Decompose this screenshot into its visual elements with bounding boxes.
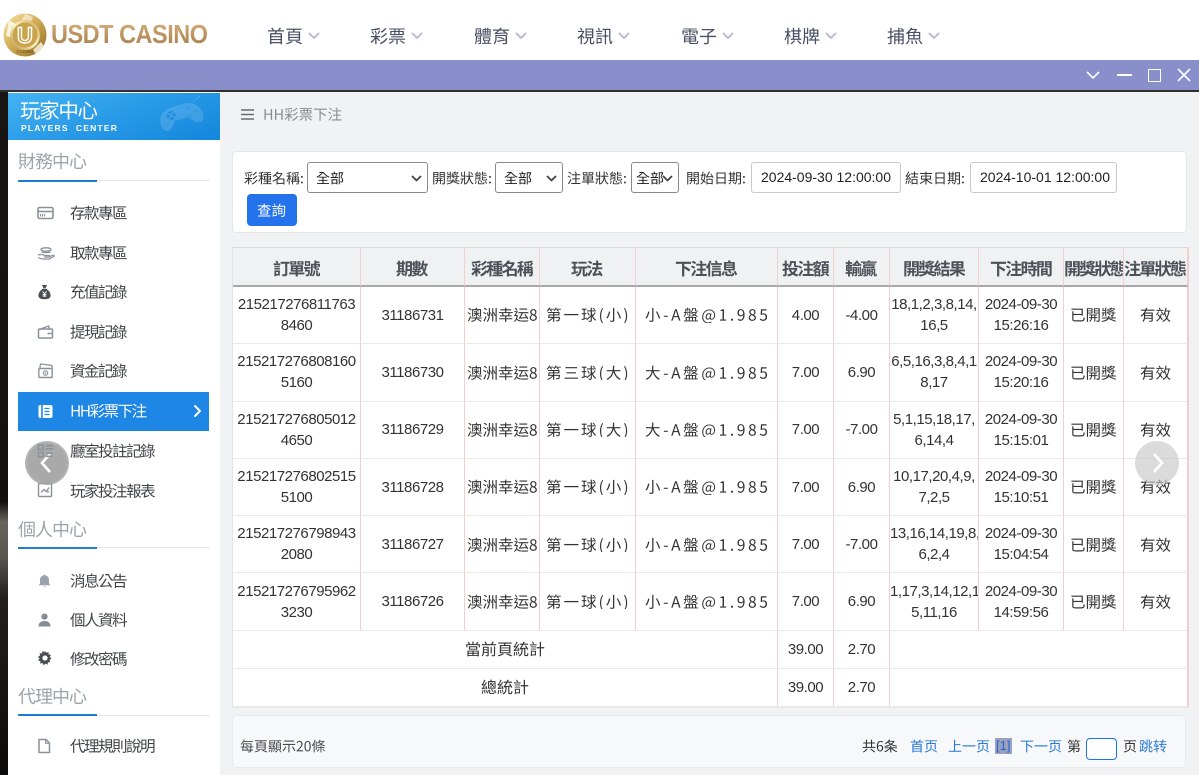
svg-text:U: U (17, 23, 33, 48)
svg-text:CASINO: CASINO (16, 49, 34, 54)
